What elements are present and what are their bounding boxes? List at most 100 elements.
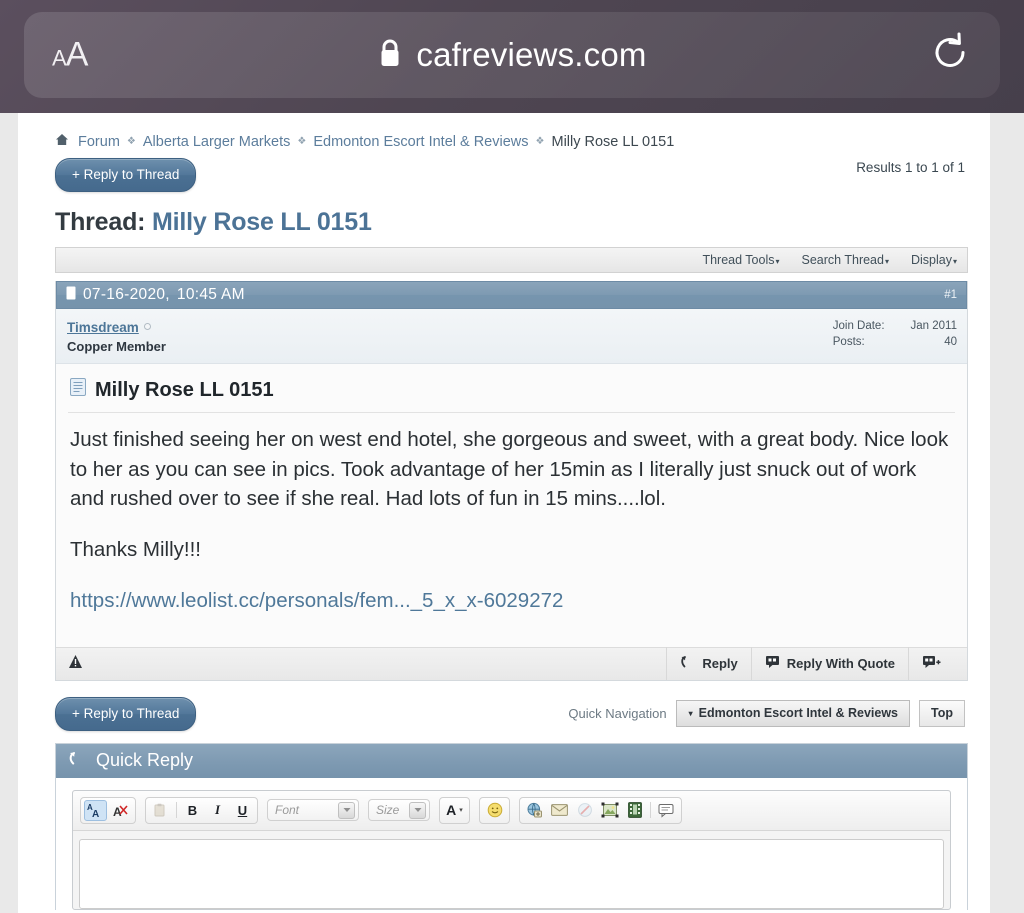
thread-tools-menu[interactable]: Thread Tools▾ [702, 253, 779, 267]
reply-with-quote-label: Reply With Quote [786, 656, 895, 672]
post-header: 07-16-2020, 10:45 AM #1 [56, 281, 967, 309]
post-subject-text: Milly Rose LL 0151 [95, 378, 274, 401]
author-username[interactable]: Timsdream [67, 320, 139, 335]
chevron-down-icon [409, 801, 426, 819]
quick-navigation: Quick Navigation ▾ Edmonton Escort Intel… [568, 700, 965, 728]
chevron-down-icon: ▾ [775, 257, 780, 266]
quick-reply-message-input[interactable] [79, 838, 944, 909]
quick-navigation-select[interactable]: ▾ Edmonton Escort Intel & Reviews [675, 700, 911, 728]
quick-reply-title: Quick Reply [96, 750, 194, 771]
post-paragraph: Thanks Milly!!! [70, 538, 201, 562]
post-subject: Milly Rose LL 0151 [68, 378, 955, 413]
italic-icon[interactable]: I [206, 800, 229, 821]
reply-to-thread-button-top[interactable]: + Reply to Thread [55, 158, 197, 192]
offline-status-icon [143, 323, 151, 330]
quick-reply-editor: A A A B I U Font Size A ▾ [72, 789, 951, 910]
results-count: Results 1 to 1 of 1 [856, 160, 965, 175]
svg-text:A: A [92, 809, 99, 818]
smiley-group [479, 796, 510, 824]
reload-icon[interactable] [930, 32, 970, 79]
browser-chrome: A A cafreviews.com [0, 0, 1024, 113]
quote-bubble-icon [765, 655, 780, 672]
remove-link-icon[interactable] [573, 800, 596, 821]
stat-value: Jan 2011 [910, 320, 957, 332]
smiley-icon[interactable] [483, 800, 506, 821]
stat-key: Posts: [832, 335, 865, 348]
insert-group [519, 796, 682, 824]
quick-navigation-label: Quick Navigation [568, 706, 667, 722]
post-footer: Reply Reply With Quote [56, 646, 967, 681]
bold-icon[interactable]: B [181, 800, 204, 821]
remove-formatting-icon[interactable]: A [109, 800, 132, 821]
home-icon[interactable] [55, 133, 69, 150]
wysiwyg-toggle-icon[interactable]: A A [84, 799, 107, 821]
thread-actions-row: + Reply to Thread Results 1 to 1 of 1 [40, 156, 968, 192]
thread-title-text[interactable]: Milly Rose LL 0151 [152, 208, 372, 236]
breadcrumb-item-current: Milly Rose LL 0151 [551, 133, 675, 150]
underline-icon[interactable]: U [231, 800, 254, 821]
reply-arrow-icon [680, 655, 695, 672]
text-size-button[interactable]: A A [52, 35, 89, 75]
thread-tools-bar: Thread Tools▾ Search Thread▾ Display▾ [55, 247, 968, 273]
post-date: 07-16-2020, [83, 286, 170, 303]
font-color-glyph: A [446, 802, 457, 819]
quick-reply-header: Quick Reply [56, 743, 967, 778]
insert-email-icon[interactable] [548, 800, 571, 821]
document-icon [70, 378, 86, 402]
stat-value: 40 [944, 335, 957, 348]
stat-row: Posts: 40 [833, 335, 957, 351]
post-number[interactable]: #1 [944, 289, 957, 301]
post-external-link[interactable]: https://www.leolist.cc/personals/fem..._… [70, 589, 563, 612]
search-thread-menu[interactable]: Search Thread▾ [802, 253, 889, 267]
author-line: Timsdream [67, 319, 166, 337]
top-button[interactable]: Top [919, 700, 965, 728]
lock-icon [377, 37, 403, 74]
url-text: cafreviews.com [416, 36, 647, 73]
report-triangle-icon[interactable] [68, 654, 83, 674]
font-select[interactable]: Font [267, 799, 359, 822]
size-select[interactable]: Size [368, 799, 430, 822]
multi-quote-add-icon [922, 655, 941, 672]
font-color-group: A ▾ [439, 796, 470, 824]
page-body: Forum ❖ Alberta Larger Markets ❖ Edmonto… [18, 113, 990, 913]
multi-quote-button[interactable] [908, 647, 961, 681]
breadcrumb-item-forum[interactable]: Forum [78, 134, 120, 150]
text-format-group: B I U [145, 796, 258, 824]
stat-row: Join Date: Jan 2011 [833, 319, 957, 335]
post-marker-icon [66, 286, 76, 305]
breadcrumb-separator: ❖ [535, 136, 545, 147]
paste-icon[interactable] [149, 800, 172, 821]
reply-to-thread-button-bottom[interactable]: + Reply to Thread [55, 696, 197, 731]
toolbar-divider [650, 802, 651, 819]
breadcrumb-separator: ❖ [126, 136, 136, 147]
chevron-down-icon [338, 801, 355, 819]
post-message: Just finished seeing her on west end hot… [68, 413, 955, 616]
thread-tools-label: Thread Tools [702, 253, 775, 267]
post-user-info: Timsdream Copper Member Join Date: Jan 2… [56, 309, 967, 364]
breadcrumb-item-alberta-larger-markets[interactable]: Alberta Larger Markets [143, 134, 290, 150]
reply-with-quote-button[interactable]: Reply With Quote [750, 647, 908, 681]
insert-quote-icon[interactable] [655, 800, 678, 821]
text-size-small-label: A [52, 45, 67, 71]
text-size-large-label: A [65, 35, 89, 74]
editor-mode-group: A A A [80, 796, 136, 824]
post-time: 10:45 AM [176, 286, 245, 303]
size-select-placeholder: Size [376, 803, 400, 818]
breadcrumb-item-edmonton-escort-intel-reviews[interactable]: Edmonton Escort Intel & Reviews [313, 134, 528, 150]
reply-arrow-icon [68, 750, 85, 771]
post-content: Milly Rose LL 0151 Just finished seeing … [56, 364, 967, 647]
breadcrumb-separator: ❖ [297, 136, 307, 147]
insert-image-icon[interactable] [598, 800, 621, 821]
post-actions: Reply Reply With Quote [666, 647, 961, 681]
font-color-icon[interactable]: A ▾ [443, 800, 466, 821]
stat-key: Join Date: [832, 320, 885, 332]
insert-video-icon[interactable] [623, 800, 646, 821]
reply-button[interactable]: Reply [666, 647, 750, 681]
display-menu[interactable]: Display▾ [911, 253, 957, 267]
chevron-down-icon: ▾ [952, 257, 957, 266]
insert-link-icon[interactable] [523, 800, 546, 821]
post-date-row: 07-16-2020, 10:45 AM [66, 286, 245, 305]
address-bar[interactable]: A A cafreviews.com [24, 12, 1000, 98]
post-container: 07-16-2020, 10:45 AM #1 Timsdream Copper… [55, 281, 968, 681]
chevron-down-icon: ▾ [884, 257, 889, 266]
